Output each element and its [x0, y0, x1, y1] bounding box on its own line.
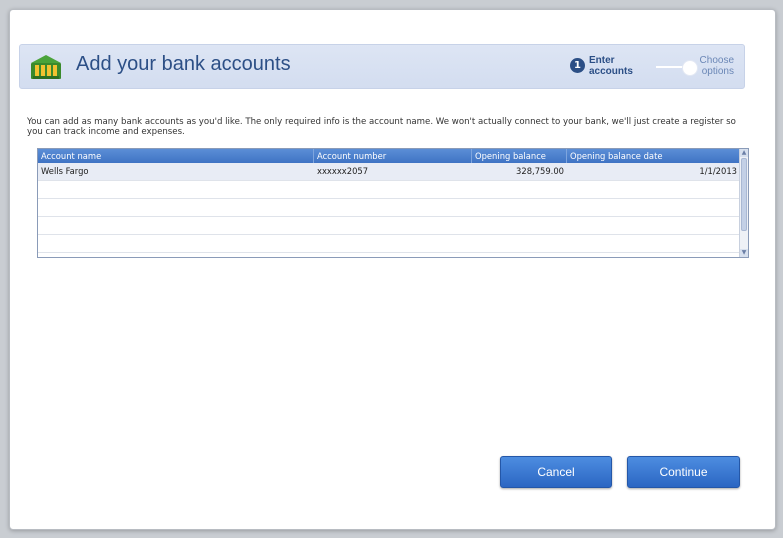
step-number-badge: 1	[570, 58, 585, 73]
instructions-text: You can add as many bank accounts as you…	[27, 117, 736, 137]
table-row[interactable]	[38, 199, 740, 217]
cell-account-number[interactable]: xxxxxx2057	[314, 163, 472, 180]
scroll-down-arrow-icon[interactable]: ▼	[740, 249, 748, 257]
cell-account-name[interactable]: Wells Fargo	[38, 163, 314, 180]
scroll-up-arrow-icon[interactable]: ▲	[740, 149, 748, 157]
continue-button[interactable]: Continue	[627, 456, 740, 488]
bank-icon	[31, 55, 61, 79]
step-label: Enter accounts	[589, 55, 633, 77]
accounts-table[interactable]: Account name Account number Opening bala…	[37, 148, 749, 258]
table-row[interactable]: Wells Fargo xxxxxx2057 328,759.00 1/1/20…	[38, 163, 740, 181]
wizard-header: Add your bank accounts 1 Enter accounts …	[19, 44, 745, 89]
table-row[interactable]	[38, 235, 740, 253]
cell-opening-balance[interactable]: 328,759.00	[472, 163, 567, 180]
table-header: Account name Account number Opening bala…	[38, 149, 740, 163]
table-row[interactable]	[38, 181, 740, 199]
table-scrollbar[interactable]: ▲ ▼	[739, 149, 748, 257]
cell-opening-balance-date[interactable]: 1/1/2013	[567, 163, 740, 180]
step-choose-options: Choose options	[699, 55, 734, 77]
scrollbar-thumb[interactable]	[741, 158, 747, 231]
table-row[interactable]	[38, 217, 740, 235]
column-header-opening-balance-date[interactable]: Opening balance date	[567, 149, 740, 163]
column-header-account-number[interactable]: Account number	[314, 149, 472, 163]
cancel-button[interactable]: Cancel	[500, 456, 612, 488]
page-title: Add your bank accounts	[76, 53, 291, 75]
column-header-account-name[interactable]: Account name	[38, 149, 314, 163]
column-header-opening-balance[interactable]: Opening balance	[472, 149, 567, 163]
